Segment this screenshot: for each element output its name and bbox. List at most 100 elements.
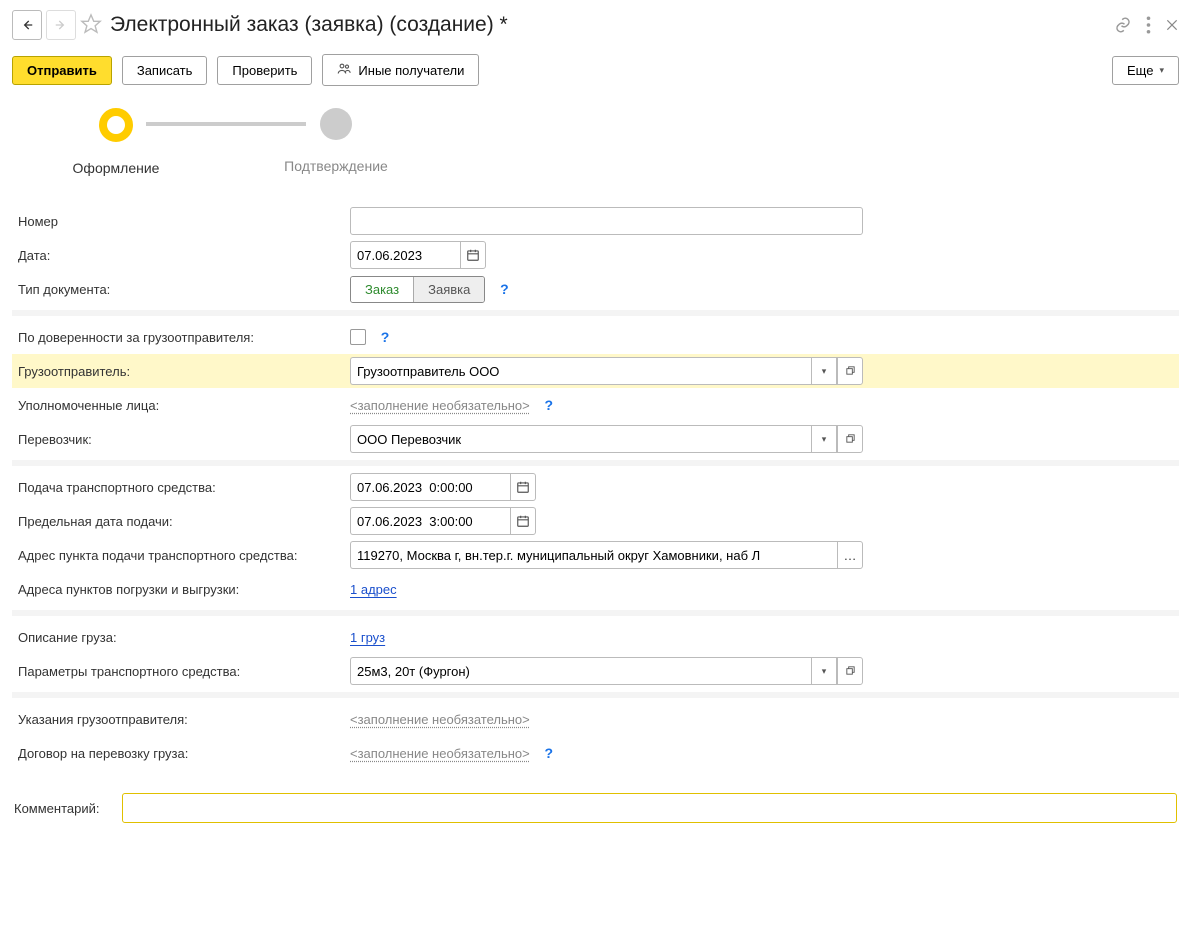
calendar-icon xyxy=(466,248,480,262)
carrier-dropdown-button[interactable]: ▾ xyxy=(811,425,837,453)
row-vehicle-params: Параметры транспортного средства: ▾ xyxy=(12,654,1179,688)
authorized-link[interactable]: <заполнение необязательно> xyxy=(350,398,530,413)
title-bar: Электронный заказ (заявка) (создание) * xyxy=(12,10,1179,40)
label-deadline: Предельная дата подачи: xyxy=(18,514,350,529)
by-proxy-checkbox[interactable] xyxy=(350,329,366,345)
label-comment: Комментарий: xyxy=(14,801,122,816)
label-authorized: Уполномоченные лица: xyxy=(18,398,350,413)
more-label: Еще xyxy=(1127,63,1153,78)
load-addresses-link[interactable]: 1 адрес xyxy=(350,582,397,597)
check-button[interactable]: Проверить xyxy=(217,56,312,85)
group-icon xyxy=(337,61,352,79)
shipper-instr-link[interactable]: <заполнение необязательно> xyxy=(350,712,530,727)
open-external-icon xyxy=(845,432,856,447)
deadline-date-picker-button[interactable] xyxy=(510,507,536,535)
nav-forward-button xyxy=(46,10,76,40)
label-vehicle-supply: Подача транспортного средства: xyxy=(18,480,350,495)
shipper-open-button[interactable] xyxy=(837,357,863,385)
step-dot-icon xyxy=(99,108,133,142)
doc-type-request[interactable]: Заявка xyxy=(413,277,484,302)
calendar-icon xyxy=(516,514,530,528)
label-load-addresses: Адреса пунктов погрузки и выгрузки: xyxy=(18,582,350,597)
row-comment: Комментарий: xyxy=(12,790,1179,826)
row-cargo-desc: Описание груза: 1 груз xyxy=(12,620,1179,654)
row-by-proxy: По доверенности за грузоотправителя: ? xyxy=(12,320,1179,354)
separator xyxy=(12,310,1179,316)
shipper-dropdown-button[interactable]: ▾ xyxy=(811,357,837,385)
contract-link[interactable]: <заполнение необязательно> xyxy=(350,746,530,761)
row-carrier: Перевозчик: ▾ xyxy=(12,422,1179,456)
separator xyxy=(12,692,1179,698)
other-recipients-button[interactable]: Иные получатели xyxy=(322,54,479,86)
help-icon[interactable]: ? xyxy=(495,280,513,298)
row-date: Дата: xyxy=(12,238,1179,272)
row-contract: Договор на перевозку груза: <заполнение … xyxy=(12,736,1179,770)
vehicle-params-input[interactable] xyxy=(350,657,811,685)
row-shipper-instr: Указания грузоотправителя: <заполнение н… xyxy=(12,702,1179,736)
deadline-datetime-input[interactable] xyxy=(350,507,510,535)
close-icon[interactable] xyxy=(1165,18,1179,32)
help-icon[interactable]: ? xyxy=(376,328,394,346)
chevron-down-icon: ▾ xyxy=(822,366,827,377)
label-cargo-desc: Описание груза: xyxy=(18,630,350,645)
row-shipper: Грузоотправитель: ▾ xyxy=(12,354,1179,388)
comment-input[interactable] xyxy=(122,793,1177,823)
send-button[interactable]: Отправить xyxy=(12,56,112,85)
more-button[interactable]: Еще ▾ xyxy=(1112,56,1179,85)
carrier-open-button[interactable] xyxy=(837,425,863,453)
vehicle-params-open-button[interactable] xyxy=(837,657,863,685)
separator xyxy=(12,460,1179,466)
supply-date-picker-button[interactable] xyxy=(510,473,536,501)
nav-back-button[interactable] xyxy=(12,10,42,40)
progress-stepper: Оформление Подтверждение xyxy=(56,108,1179,176)
row-deadline: Предельная дата подачи: xyxy=(12,504,1179,538)
chevron-down-icon: ▾ xyxy=(822,434,827,445)
chevron-down-icon: ▾ xyxy=(1159,65,1164,76)
date-input[interactable] xyxy=(350,241,460,269)
row-supply-address: Адрес пункта подачи транспортного средст… xyxy=(12,538,1179,572)
label-shipper-instr: Указания грузоотправителя: xyxy=(18,712,350,727)
row-authorized: Уполномоченные лица: <заполнение необяза… xyxy=(12,388,1179,422)
shipper-input[interactable] xyxy=(350,357,811,385)
link-icon[interactable] xyxy=(1114,16,1132,34)
help-icon[interactable]: ? xyxy=(540,744,558,762)
separator xyxy=(12,610,1179,616)
label-by-proxy: По доверенности за грузоотправителя: xyxy=(18,330,350,345)
label-carrier: Перевозчик: xyxy=(18,432,350,447)
label-contract: Договор на перевозку груза: xyxy=(18,746,350,761)
supply-datetime-input[interactable] xyxy=(350,473,510,501)
open-external-icon xyxy=(845,364,856,379)
save-button[interactable]: Записать xyxy=(122,56,208,85)
row-doc-type: Тип документа: Заказ Заявка ? xyxy=(12,272,1179,306)
step-1-label: Оформление xyxy=(73,160,160,176)
step-dot-icon xyxy=(320,108,352,140)
arrow-right-icon xyxy=(54,18,68,32)
favorite-star-icon[interactable] xyxy=(80,13,102,38)
label-supply-address: Адрес пункта подачи транспортного средст… xyxy=(18,548,350,563)
label-vehicle-params: Параметры транспортного средства: xyxy=(18,664,350,679)
row-number: Номер xyxy=(12,204,1179,238)
label-date: Дата: xyxy=(18,248,350,263)
address-picker-button[interactable]: … xyxy=(837,541,863,569)
other-recipients-label: Иные получатели xyxy=(358,63,464,78)
label-shipper: Грузоотправитель: xyxy=(18,364,350,379)
row-vehicle-supply: Подача транспортного средства: xyxy=(12,470,1179,504)
cargo-link[interactable]: 1 груз xyxy=(350,630,385,645)
help-icon[interactable]: ? xyxy=(540,396,558,414)
open-external-icon xyxy=(845,664,856,679)
arrow-left-icon xyxy=(20,18,34,32)
doc-type-order[interactable]: Заказ xyxy=(351,277,413,302)
calendar-icon xyxy=(516,480,530,494)
chevron-down-icon: ▾ xyxy=(822,666,827,677)
number-input[interactable] xyxy=(350,207,863,235)
supply-address-input[interactable] xyxy=(350,541,837,569)
kebab-menu-icon[interactable] xyxy=(1146,16,1151,34)
carrier-input[interactable] xyxy=(350,425,811,453)
vehicle-params-dropdown-button[interactable]: ▾ xyxy=(811,657,837,685)
toolbar: Отправить Записать Проверить Иные получа… xyxy=(12,54,1179,86)
date-picker-button[interactable] xyxy=(460,241,486,269)
step-2: Подтверждение xyxy=(276,108,396,174)
label-doc-type: Тип документа: xyxy=(18,282,350,297)
page-title: Электронный заказ (заявка) (создание) * xyxy=(110,13,1110,37)
row-load-addresses: Адреса пунктов погрузки и выгрузки: 1 ад… xyxy=(12,572,1179,606)
